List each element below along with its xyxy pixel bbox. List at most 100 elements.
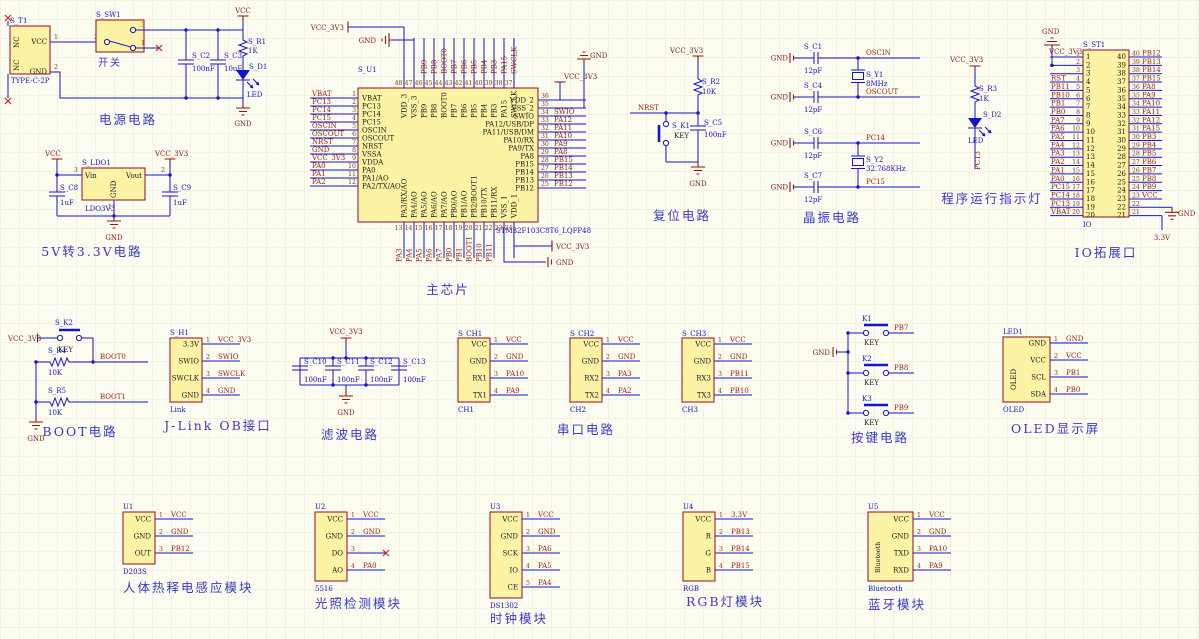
pin-number: 29 — [541, 149, 549, 156]
pin-name: RX2 — [584, 375, 599, 383]
pin-number: 8 — [1076, 109, 1080, 116]
value: KEY — [864, 379, 879, 387]
pin-name: Vout — [125, 172, 142, 180]
pin-number: 1 — [606, 337, 610, 344]
pin-number: 2 — [159, 529, 163, 536]
value: 100nF — [337, 376, 360, 384]
switch-body[interactable] — [95, 19, 145, 53]
pin-number: 2 — [1054, 353, 1058, 360]
net-label: GND — [171, 528, 189, 536]
designator: S_C10 — [304, 358, 327, 366]
power-net-label: VCC_3V3 — [310, 24, 344, 32]
pin-name: VCC — [501, 516, 518, 524]
junction-dot — [846, 331, 850, 335]
net-label: PB14 — [554, 164, 573, 172]
section-title: RGB灯模块 — [686, 594, 764, 609]
pin-number: 13 — [395, 225, 403, 232]
pin-name: PA2/TX/AO — [362, 183, 401, 191]
net-label: GND — [363, 528, 381, 536]
designator: K3 — [862, 395, 872, 403]
net-label: PB7 — [451, 60, 459, 74]
pin-name: 22 — [1117, 203, 1126, 211]
pin-number: 1 — [352, 91, 356, 98]
pin-name: VCC — [892, 516, 909, 524]
net-label: PB1 — [1051, 100, 1065, 108]
pin-number: 25 — [1132, 176, 1140, 183]
net-label: VCC — [729, 336, 746, 344]
pin-number: 37 — [1132, 76, 1140, 83]
pin-number: 3 — [917, 546, 921, 553]
part-name: RGB — [683, 585, 699, 593]
pin-name: PA10/RX — [503, 137, 534, 145]
net-label: BOOT1 — [100, 393, 126, 401]
pin-number: 45 — [425, 80, 433, 87]
pin-name: PA3/RX/AO — [401, 178, 409, 218]
pin-name: 27 — [1117, 162, 1126, 170]
value: 1uF — [60, 199, 74, 207]
section-title: 晶振电路 — [803, 210, 861, 225]
designator: S_K2 — [55, 319, 73, 327]
pin-number: 15 — [415, 225, 423, 232]
pin-number: 20 — [1072, 209, 1080, 216]
designator: S_CH2 — [570, 330, 594, 338]
pin-number: 4 — [1054, 387, 1058, 394]
net-label: PB5 — [471, 60, 479, 74]
net-label: PB10 — [476, 243, 484, 262]
pin-name: PB5 — [471, 104, 479, 118]
power-net-label: GND — [234, 120, 252, 128]
pin-number: 18 — [1072, 192, 1080, 199]
pin-number: 1 — [141, 40, 145, 47]
pin-name: 24 — [1117, 187, 1126, 195]
pin-name: IO — [509, 567, 518, 575]
pin-name: PA11/USB/DM — [483, 129, 534, 137]
pin-name: RX3 — [696, 375, 711, 383]
net-label: OSCOUT — [866, 88, 899, 96]
pin-number: 30 — [1132, 134, 1140, 141]
net-label: PB12 — [171, 545, 190, 553]
net-label: PB7 — [894, 324, 908, 332]
net-label: VCC — [362, 511, 379, 519]
pin-number: 4 — [352, 115, 356, 122]
value: 100nF — [403, 376, 426, 384]
grid-overlay — [0, 0, 1199, 639]
pin-number: 29 — [1132, 142, 1140, 149]
power-net-label: GND — [556, 259, 574, 267]
pin-name: VBAT — [361, 95, 382, 103]
pin-number: 28 — [1132, 151, 1140, 158]
net-label: PA4 — [406, 248, 414, 262]
pin-name: GND — [1029, 340, 1047, 348]
junction-dot — [168, 173, 172, 177]
pin-name: PB4 — [481, 103, 489, 118]
pin-number: 3 — [352, 107, 356, 114]
pin-number: 2 — [718, 354, 722, 361]
pin-number: 1 — [351, 512, 355, 519]
pin-name: VCC — [694, 516, 711, 524]
net-label: PA10 — [506, 370, 524, 378]
net-label: PA3 — [396, 248, 404, 262]
part-name: DS1302 — [490, 602, 518, 610]
net-label: PB6 — [1142, 158, 1157, 166]
net-label: PB9 — [1142, 183, 1156, 191]
pin-number: 15 — [1072, 167, 1080, 174]
pin-name: PC15 — [362, 119, 381, 127]
net-label: 3.3V — [1154, 234, 1171, 242]
part-name: TYPE-C-2P — [11, 77, 50, 85]
pin-name: PB0/AO — [451, 190, 459, 218]
designator: S_R1 — [248, 38, 266, 46]
net-label: PB8 — [1142, 175, 1156, 183]
net-label: PA12 — [1142, 116, 1160, 124]
pin-name: 32 — [1117, 120, 1126, 128]
net-label: BOOT0 — [100, 353, 126, 361]
pin-name: BOOT0 — [441, 92, 449, 118]
pin-number: 3 — [1076, 67, 1080, 74]
pin-name: 3.3V — [183, 341, 200, 349]
value: 1K — [248, 47, 258, 55]
pin-number: 39 — [485, 80, 493, 87]
pin-number: 14 — [1072, 159, 1080, 166]
pin-number: 4 — [917, 563, 921, 570]
net-label: PA9 — [929, 562, 943, 570]
net-label: VCC — [505, 336, 522, 344]
pin-name: TXD — [894, 550, 910, 558]
pin-number: 1 — [494, 337, 498, 344]
pin-name: VCC — [470, 341, 487, 349]
